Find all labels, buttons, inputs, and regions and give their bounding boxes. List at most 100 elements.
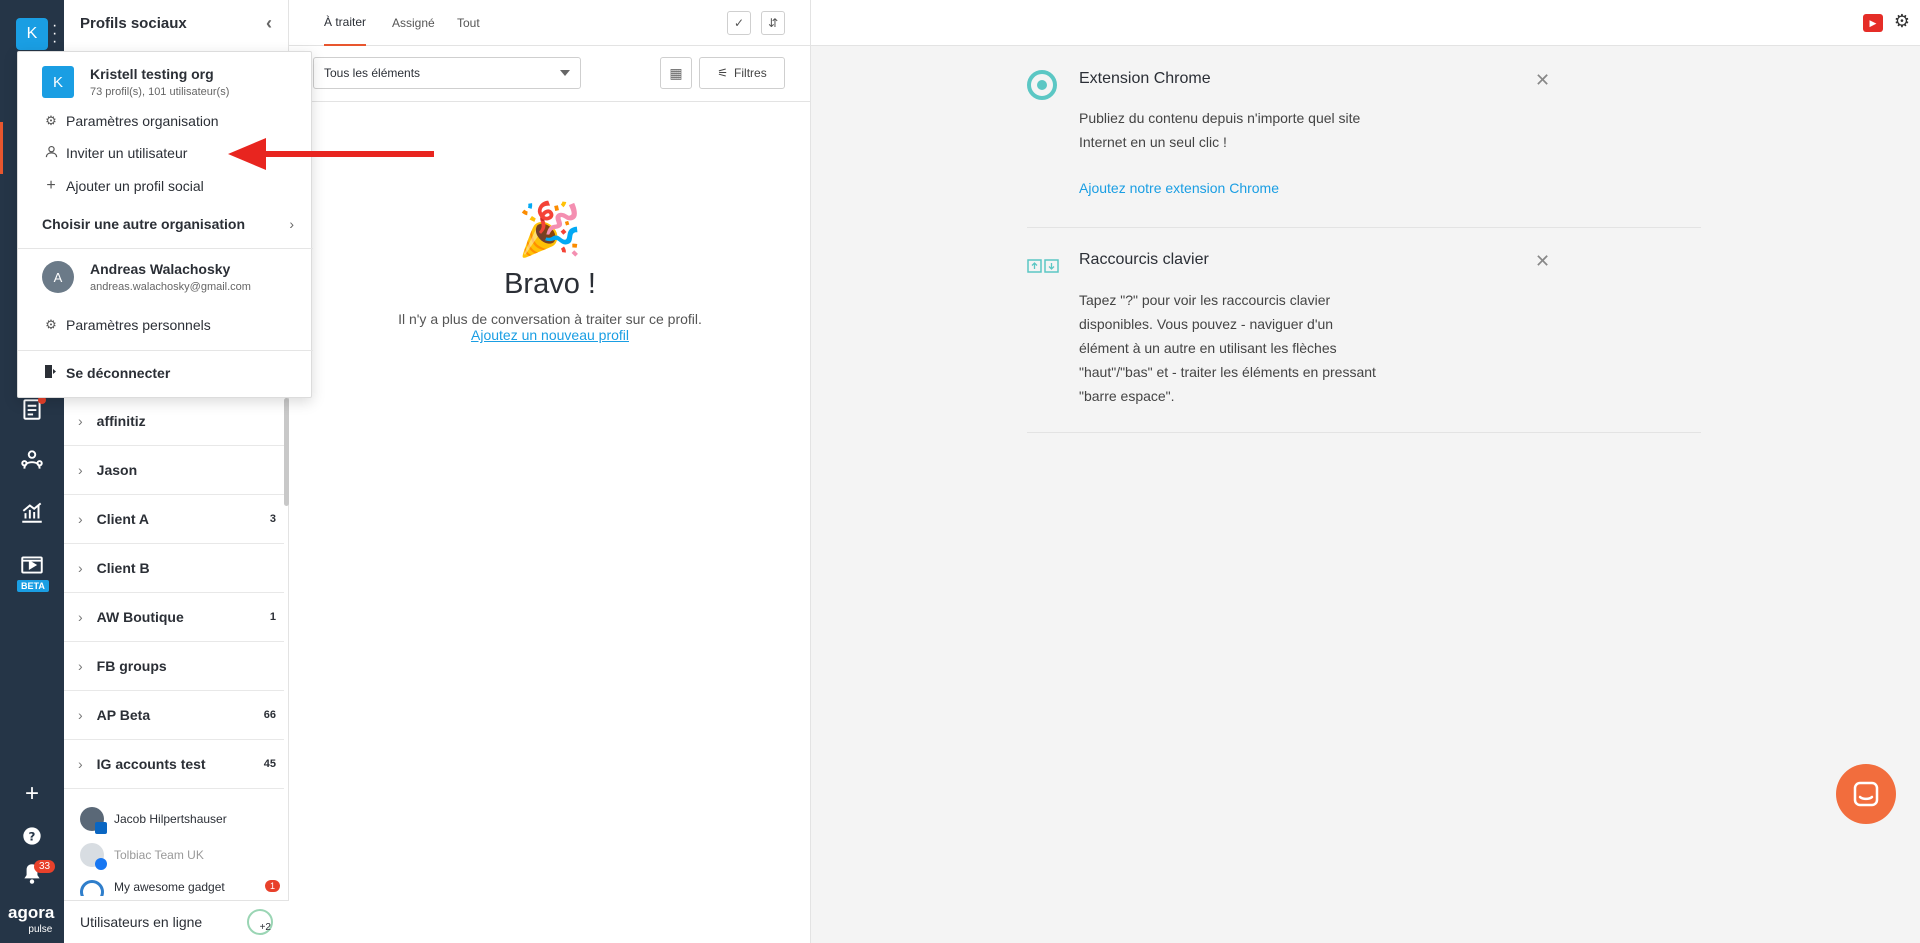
card-body: Publiez du contenu depuis n'importe quel… [1079,110,1361,150]
current-org: K Kristell testing org 73 profil(s), 101… [42,66,229,98]
invite-user-label: Inviter un utilisateur [66,145,188,161]
brand-logo: agora pulse [8,904,54,938]
calendar-button[interactable]: ▦ [660,57,692,89]
linkedin-icon [95,822,107,834]
group-name: Client B [96,560,150,576]
empty-state: 🎉 Bravo ! Il n'y a plus de conversation … [289,200,811,345]
org-avatar: K [42,66,74,98]
divider [18,350,313,351]
group-count: 1 [269,611,276,623]
profile-group-row[interactable]: › IG accounts test 45 [64,740,284,789]
add-social-profile-item[interactable]: + Ajouter un profil social [42,177,204,195]
sliders-icon: ⚟ [717,66,729,80]
profile-group-row[interactable]: › AW Boutique 1 [64,593,284,642]
add-profile-link[interactable]: Ajoutez un nouveau profil [471,327,629,343]
personal-settings-item[interactable]: ⚙ Paramètres personnels [42,317,211,333]
profiles-header: Profils sociaux ‹ [64,0,288,46]
active-indicator [0,122,3,174]
more-vertical-icon[interactable]: · · · [52,18,57,50]
inbox-tabs: À traiter Assigné Tout ✓ ⇵ [289,0,811,46]
group-name: AW Boutique [96,609,184,625]
svg-text:?: ? [29,829,36,843]
chevron-right-icon: › [78,413,83,429]
beta-badge: BETA [17,580,49,592]
logout-label: Se déconnecter [66,365,171,381]
user-name: Andreas Walachosky [90,261,231,277]
chevron-right-icon: › [289,216,294,232]
brand-top: agora [8,903,55,922]
org-switcher-button[interactable]: K [16,18,48,50]
chrome-extension-card: Extension Chrome Publiez du contenu depu… [1027,70,1701,228]
card-title: Raccourcis clavier [1079,251,1209,268]
keyboard-arrows-icon [1027,251,1059,281]
video-icon[interactable] [18,551,46,579]
tab-to-do[interactable]: À traiter [324,0,367,46]
account-avatar [80,880,104,896]
account-name: Tolbiac Team UK [114,848,204,862]
reports-icon[interactable] [18,498,46,526]
chevron-right-icon: › [78,707,83,723]
check-icon: ✓ [733,16,745,30]
org-settings-label: Paramètres organisation [66,113,219,129]
gear-icon[interactable]: ⚙ [1894,11,1910,32]
group-name: affinitiz [96,413,146,429]
add-chrome-extension-link[interactable]: Ajoutez notre extension Chrome [1079,180,1279,196]
group-name: Jason [96,462,138,478]
items-select[interactable]: Tous les éléments [313,57,581,89]
right-topbar: ▶ ⚙ [811,0,1920,46]
empty-text: Il n'y a plus de conversation à traiter … [398,311,702,327]
choose-other-org-item[interactable]: Choisir une autre organisation › [42,216,294,232]
profile-group-row[interactable]: › AP Beta 66 [64,691,284,740]
filter-bar: Tous les éléments ▦ ⚟ Filtres [289,46,811,102]
org-settings-item[interactable]: ⚙ Paramètres organisation [42,113,219,129]
account-row[interactable]: Tolbiac Team UK [80,843,204,870]
profile-group-row[interactable]: › Client A 3 [64,495,284,544]
youtube-icon[interactable]: ▶ [1863,14,1883,32]
account-row[interactable]: My awesome gadget 1 [80,880,280,896]
online-users-bar[interactable]: Utilisateurs en ligne +2 [64,900,289,943]
profile-group-row[interactable]: › affinitiz [64,397,284,446]
logout-item[interactable]: Se déconnecter [42,365,170,381]
add-icon[interactable]: + [18,780,46,808]
profile-group-row[interactable]: › Jason [64,446,284,495]
user-email: andreas.walachosky@gmail.com [90,281,251,293]
invite-user-item[interactable]: Inviter un utilisateur [42,145,187,161]
add-social-profile-label: Ajouter un profil social [66,178,204,194]
users-icon[interactable] [18,446,46,474]
divider [18,248,313,249]
chevron-right-icon: › [78,462,83,478]
card-body: Tapez "?" pour voir les raccourcis clavi… [1079,292,1376,404]
collapse-icon[interactable]: ‹ [266,13,272,34]
online-users-avatars[interactable]: +2 [247,909,273,935]
group-name: Client A [96,511,150,527]
personal-settings-label: Paramètres personnels [66,317,211,333]
tab-all[interactable]: Tout [457,0,480,46]
sort-button[interactable]: ⇵ [761,11,785,35]
profile-group-row[interactable]: › FB groups [64,642,284,691]
group-name: AP Beta [96,707,151,723]
empty-title: Bravo ! [504,268,596,300]
org-name: Kristell testing org [90,66,214,82]
right-panel: ▶ ⚙ Extension Chrome Publiez du contenu … [811,0,1920,943]
chevron-right-icon: › [78,756,83,772]
tab-assigned[interactable]: Assigné [392,0,435,46]
org-initial: K [26,25,38,42]
account-row[interactable]: Jacob Hilpertshauser [80,807,227,834]
brand-bottom: pulse [28,924,53,935]
chevron-right-icon: › [78,658,83,674]
chat-launcher-button[interactable] [1836,764,1896,824]
filters-button[interactable]: ⚟ Filtres [699,57,785,89]
close-icon[interactable]: ✕ [1535,251,1550,272]
user-avatar: A [42,261,74,293]
party-popper-icon: 🎉 [517,201,583,259]
sort-icon: ⇵ [767,16,779,30]
chrome-icon [1027,70,1057,100]
org-stats: 73 profil(s), 101 utilisateur(s) [90,86,230,98]
profile-group-row[interactable]: › Client B [64,544,284,593]
help-icon[interactable]: ? [18,822,46,850]
close-icon[interactable]: ✕ [1535,70,1550,91]
logout-icon [42,365,60,381]
mark-done-button[interactable]: ✓ [727,11,751,35]
account-badge: 1 [264,880,280,892]
card-title: Extension Chrome [1079,70,1211,87]
